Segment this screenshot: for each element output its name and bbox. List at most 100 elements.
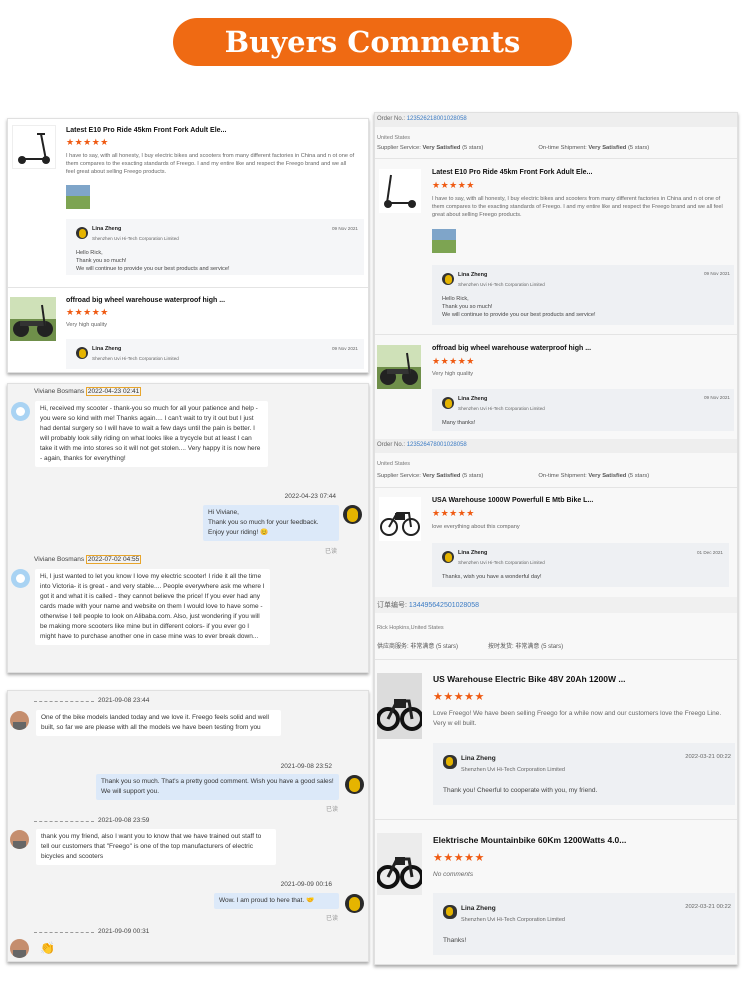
order-number-line: Order No.: 123526218001028058 <box>375 113 737 127</box>
seller-company: Shenzhen Uvi Hi-Tech Corporation Limited <box>92 356 179 361</box>
seller-name: Lina Zheng <box>461 905 496 912</box>
divider <box>375 659 737 660</box>
chat-panel-viviane: Viviane Bosmans 2022-04-23 02:41 Hi, rec… <box>7 383 369 673</box>
reply-date: 01 Dec 2021 <box>696 550 723 555</box>
review-text: I have to say, with all honesty, I buy e… <box>432 196 723 218</box>
divider <box>375 158 737 159</box>
message-timestamp: 2021-09-09 00:16 <box>280 881 332 888</box>
reply-line-1: Hello Rick, <box>442 296 469 302</box>
review-text: Love Freego! We have been selling Freego… <box>433 710 722 727</box>
seller-avatar <box>345 894 364 913</box>
seller-company: Shenzhen Uvi Hi-Tech Corporation Limited <box>458 560 545 565</box>
reply-date: 09 Nov 2021 <box>331 226 358 231</box>
product-thumbnail-offroad[interactable] <box>10 297 56 341</box>
buyer-location: United States <box>377 461 411 467</box>
message-bubble: thank you my friend, also I want you to … <box>36 829 276 865</box>
seller-name: Lina Zheng <box>458 272 488 278</box>
review-product-title[interactable]: offroad big wheel warehouse waterproof h… <box>66 297 225 304</box>
buyer-location: United States <box>377 135 411 141</box>
seller-reply: Lina Zheng Shenzhen Uvi Hi-Tech Corporat… <box>433 743 735 805</box>
seller-name: Lina Zheng <box>461 755 496 762</box>
product-thumbnail-scooter[interactable] <box>379 169 421 213</box>
product-thumbnail-ebike[interactable] <box>379 497 421 541</box>
divider <box>375 487 737 488</box>
buyer-location: Rick Hopkins,United States <box>377 625 444 631</box>
review-photo[interactable] <box>432 229 456 253</box>
review-photo[interactable] <box>66 185 90 209</box>
seller-name: Lina Zheng <box>92 346 122 352</box>
customer-avatar <box>11 402 30 421</box>
order-number-link[interactable]: 123526218001028058 <box>407 116 467 122</box>
seller-reply: Lina Zheng Shenzhen Uvi Hi-Tech Corporat… <box>66 219 364 275</box>
seller-avatar <box>442 273 454 285</box>
reply-line-1: Thanks, wish you have a wonderful day! <box>442 574 542 580</box>
service-ratings: Supplier Service: Very Satisfied (5 star… <box>377 145 650 151</box>
read-receipt: 已读 <box>326 807 339 813</box>
review-text: I have to say, with all honesty, I buy e… <box>66 153 355 175</box>
reply-line-1: Thank you! Cheerful to cooperate with yo… <box>443 787 598 794</box>
rating-stars: ★★★★★ <box>432 181 475 191</box>
customer-avatar <box>10 830 29 849</box>
reply-date: 09 Nov 2021 <box>331 346 358 351</box>
reply-line-3: We will continue to provide you our best… <box>76 266 230 272</box>
offroad-scooter-icon <box>380 352 418 385</box>
review-text: No comments <box>433 871 474 878</box>
review-product-title[interactable]: Latest E10 Pro Ride 45km Front Fork Adul… <box>432 169 592 176</box>
product-thumbnail-mountainbike[interactable] <box>376 833 424 895</box>
rating-stars: ★★★★★ <box>432 509 475 519</box>
reply-line-1: Many thanks! <box>442 420 476 426</box>
review-text: Very high quality <box>432 371 474 377</box>
review-product-title[interactable]: Elektrische Mountainbike 60Km 1200Watts … <box>433 835 626 845</box>
review-product-title[interactable]: Latest E10 Pro Ride 45km Front Fork Adul… <box>66 127 226 134</box>
message-timestamp: 2022-04-23 07:44 <box>284 493 336 500</box>
message-timestamp: 2021-09-08 23:59 <box>34 817 149 824</box>
mountain-bike-icon <box>376 857 424 889</box>
divider <box>375 334 737 335</box>
customer-avatar <box>10 711 29 730</box>
review-text: love everything about this company <box>432 524 520 530</box>
reply-line-1: Hi Viviane, <box>208 509 239 516</box>
customer-avatar <box>11 569 30 588</box>
seller-reply: Lina Zheng Shenzhen Uvi Hi-Tech Corporat… <box>432 543 729 587</box>
rating-stars: ★★★★★ <box>66 308 109 318</box>
product-thumbnail-offroad[interactable] <box>377 345 421 389</box>
review-product-title[interactable]: US Warehouse Electric Bike 48V 20Ah 1200… <box>433 674 625 684</box>
reply-bubble: Thank you so much. That's a pretty good … <box>96 774 339 800</box>
seller-avatar <box>442 551 454 563</box>
ebike-icon <box>380 512 420 536</box>
order-reviews-panel: Order No.: 123526218001028058 United Sta… <box>374 112 738 965</box>
seller-company: Shenzhen Uvi Hi-Tech Corporation Limited <box>461 767 565 773</box>
order-number-link[interactable]: 123526478001028058 <box>407 442 467 448</box>
scooter-icon <box>18 133 50 164</box>
reply-bubble: Wow. I am proud to here that. 🤝 <box>214 893 339 909</box>
seller-company: Shenzhen Uvi Hi-Tech Corporation Limited <box>458 282 545 287</box>
seller-reply: Lina Zheng Shenzhen Uvi Hi-Tech Corporat… <box>432 389 734 431</box>
product-thumbnail-ebike-1200w[interactable] <box>376 673 424 739</box>
service-ratings: Supplier Service: Very Satisfied (5 star… <box>377 473 650 479</box>
message-timestamp: 2022-07-02 04:55 <box>85 555 142 564</box>
sender-name: Viviane Bosmans <box>34 556 85 563</box>
review-product-title[interactable]: offroad big wheel warehouse waterproof h… <box>432 345 591 352</box>
buyers-comments-banner: Buyers Comments <box>173 18 572 66</box>
seller-avatar <box>343 505 362 524</box>
reply-line-1: Hello Rick, <box>76 250 103 256</box>
seller-reply: Lina Zheng Shenzhen Uvi Hi-Tech Corporat… <box>432 265 734 325</box>
order-number-line: 订单编号: 134495642501028058 <box>375 597 737 613</box>
reply-line-2: Thank you so much for your feedback. <box>208 519 319 526</box>
order-number-link[interactable]: 134495642501028058 <box>409 602 479 609</box>
chat-panel-bike: 2021-09-08 23:44 One of the bike models … <box>7 690 369 962</box>
product-thumbnail-scooter[interactable] <box>12 125 56 169</box>
seller-reply: Lina Zheng Shenzhen Uvi Hi-Tech Corporat… <box>433 893 735 955</box>
order-number-line: Order No.: 123526478001028058 <box>375 439 737 453</box>
seller-avatar <box>442 397 454 409</box>
review-panel-left-1: Latest E10 Pro Ride 45km Front Fork Adul… <box>7 118 369 373</box>
review-text: Very high quality <box>66 322 108 328</box>
message-bubble: Hi, I just wanted to let you know I love… <box>35 569 270 645</box>
review-product-title[interactable]: USA Warehouse 1000W Powerfull E Mtb Bike… <box>432 497 593 504</box>
seller-avatar <box>76 347 88 359</box>
seller-company: Shenzhen Uvi Hi-Tech Corporation Limited <box>461 917 565 923</box>
rating-stars: ★★★★★ <box>433 690 485 703</box>
reply-line-3: Enjoy your riding! 😊 <box>208 529 269 536</box>
seller-avatar <box>76 227 88 239</box>
reply-date: 09 Nov 2021 <box>703 395 730 400</box>
